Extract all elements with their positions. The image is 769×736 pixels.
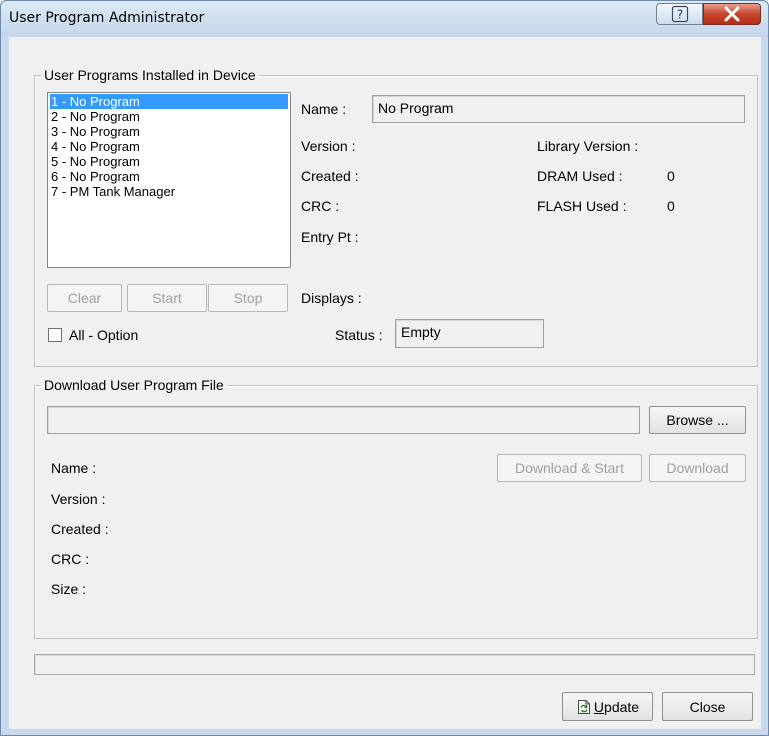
list-item[interactable]: 7 - PM Tank Manager <box>50 184 288 199</box>
list-item[interactable]: 2 - No Program <box>50 109 288 124</box>
list-item[interactable]: 4 - No Program <box>50 139 288 154</box>
flash-used-value: 0 <box>667 198 675 214</box>
created-label: Created : <box>301 168 359 184</box>
clear-button[interactable]: Clear <box>47 284 122 312</box>
list-item[interactable]: 6 - No Program <box>50 169 288 184</box>
update-button[interactable]: Update <box>562 692 653 721</box>
stop-button[interactable]: Stop <box>208 284 288 312</box>
start-button[interactable]: Start <box>127 284 207 312</box>
all-option-label: All - Option <box>69 327 139 343</box>
dialog-client-area: User Programs Installed in Device 1 - No… <box>9 37 761 729</box>
download-and-start-button[interactable]: Download & Start <box>497 454 642 482</box>
version-label: Version : <box>301 138 356 154</box>
window-title: User Program Administrator <box>9 10 205 26</box>
program-name-field: No Program <box>372 95 745 123</box>
displays-label: Displays : <box>301 290 362 306</box>
download-button[interactable]: Download <box>649 454 746 482</box>
list-item[interactable]: 5 - No Program <box>50 154 288 169</box>
status-value: Empty <box>401 324 441 340</box>
title-bar[interactable]: User Program Administrator ? <box>1 1 768 37</box>
dram-used-label: DRAM Used : <box>537 168 623 184</box>
help-glyph: ? <box>676 8 682 22</box>
progress-bar <box>34 654 755 675</box>
download-size-label: Size : <box>51 581 87 597</box>
status-label: Status : <box>335 327 383 343</box>
help-button[interactable]: ? <box>656 3 703 25</box>
close-icon <box>724 6 740 22</box>
refresh-icon <box>577 699 590 714</box>
close-window-button[interactable] <box>703 3 761 25</box>
crc-label: CRC : <box>301 198 340 214</box>
installed-programs-legend: User Programs Installed in Device <box>44 67 256 83</box>
download-legend: Download User Program File <box>44 377 224 393</box>
download-version-label: Version : <box>51 491 106 507</box>
list-item[interactable]: 1 - No Program <box>50 94 288 109</box>
all-option-checkbox[interactable] <box>48 328 62 342</box>
name-label: Name : <box>301 101 347 117</box>
entry-pt-label: Entry Pt : <box>301 229 359 245</box>
download-created-label: Created : <box>51 521 109 537</box>
download-name-label: Name : <box>51 460 97 476</box>
file-path-field[interactable] <box>47 406 640 434</box>
dialog-window: User Program Administrator ? User Progra… <box>0 0 769 736</box>
program-name-value: No Program <box>378 100 454 116</box>
status-field: Empty <box>395 319 544 348</box>
program-list[interactable]: 1 - No Program 2 - No Program 3 - No Progr… <box>47 92 291 268</box>
help-icon: ? <box>671 5 688 23</box>
flash-used-label: FLASH Used : <box>537 198 627 214</box>
list-item[interactable]: 3 - No Program <box>50 124 288 139</box>
dram-used-value: 0 <box>667 168 675 184</box>
library-version-label: Library Version : <box>537 138 639 154</box>
browse-button[interactable]: Browse ... <box>649 406 746 434</box>
download-crc-label: CRC : <box>51 551 90 567</box>
close-button[interactable]: Close <box>662 692 753 721</box>
update-label-rest: pdate <box>604 698 640 715</box>
update-mnemonic: U <box>593 698 605 715</box>
